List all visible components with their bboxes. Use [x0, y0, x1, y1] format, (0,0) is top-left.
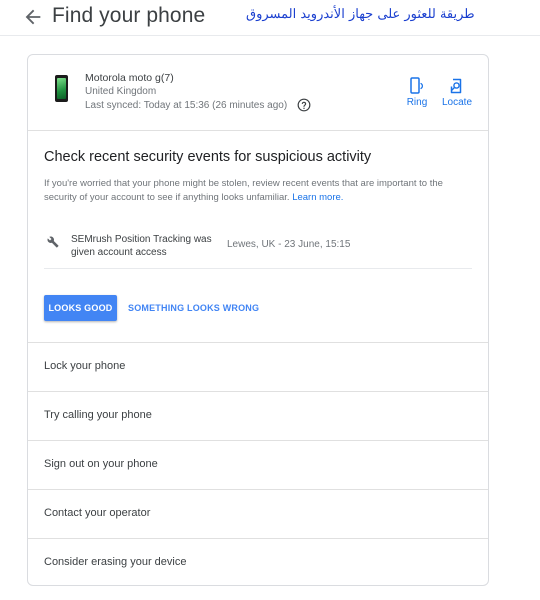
option-label: Sign out on your phone — [44, 458, 158, 470]
ring-phone-icon — [410, 77, 424, 94]
option-label: Contact your operator — [44, 507, 151, 519]
option-label: Lock your phone — [44, 360, 126, 372]
security-description-text: If you're worried that your phone might … — [44, 178, 443, 203]
option-lock-phone[interactable]: Lock your phone — [28, 342, 488, 391]
event-description: SEMrush Position Tracking was given acco… — [71, 234, 212, 258]
option-try-calling[interactable]: Try calling your phone — [28, 391, 488, 440]
option-label: Try calling your phone — [44, 409, 152, 421]
last-synced-text: Last synced: Today at 15:36 (26 minutes … — [85, 100, 288, 111]
device-country: United Kingdom — [85, 86, 157, 97]
ring-label: Ring — [406, 97, 428, 108]
option-contact-operator[interactable]: Contact your operator — [28, 489, 488, 538]
something-looks-wrong-button[interactable]: SOMETHING LOOKS WRONG — [128, 295, 259, 321]
overlay-caption: طريقة للعثور على جهاز الأندرويد المسروق — [246, 7, 475, 22]
phone-image — [55, 75, 68, 102]
option-erase-device[interactable]: Consider erasing your device — [28, 538, 488, 585]
locate-label: Locate — [441, 97, 473, 108]
looks-good-button[interactable]: LOOKS GOOD — [44, 295, 117, 321]
locate-button[interactable]: Locate — [439, 77, 475, 108]
security-title: Check recent security events for suspici… — [44, 149, 372, 165]
find-phone-card: Motorola moto g(7) United Kingdom Last s… — [27, 54, 489, 586]
learn-more-link[interactable]: Learn more. — [292, 192, 343, 203]
locate-phone-icon — [450, 78, 462, 94]
ring-button[interactable]: Ring — [399, 77, 435, 108]
device-summary: Motorola moto g(7) United Kingdom Last s… — [28, 55, 488, 131]
top-bar: Find your phone طريقة للعثور على جهاز ال… — [0, 0, 540, 36]
event-location-time: Lewes, UK - 23 June, 15:15 — [227, 239, 351, 250]
page-title: Find your phone — [52, 4, 206, 27]
security-event[interactable]: SEMrush Position Tracking was given acco… — [44, 227, 472, 269]
option-sign-out[interactable]: Sign out on your phone — [28, 440, 488, 489]
help-circle-icon[interactable] — [297, 98, 311, 112]
option-label: Consider erasing your device — [44, 556, 187, 568]
device-name: Motorola moto g(7) — [85, 72, 174, 84]
security-description: If you're worried that your phone might … — [44, 177, 474, 205]
wrench-icon — [47, 236, 59, 248]
arrow-back-icon[interactable] — [22, 6, 44, 28]
